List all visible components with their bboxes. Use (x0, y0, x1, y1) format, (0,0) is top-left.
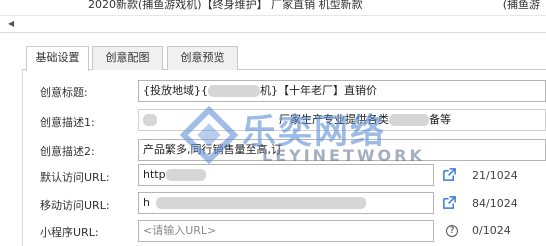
desc1-text-part2: 备等 (429, 113, 451, 126)
scroll-left-icon[interactable]: ◀ (8, 19, 14, 28)
panel-border (22, 70, 23, 246)
mini-program-url-placeholder: <请输入URL> (143, 224, 217, 237)
mobile-url-counter: 84/1024 (472, 197, 518, 210)
redacted-blur (143, 114, 157, 126)
creative-desc2-label: 创意描述2: (40, 145, 95, 158)
redacted-blur (155, 197, 366, 209)
tab-bar: 基础设置 创意配图 创意预览 (22, 46, 546, 71)
open-link-icon[interactable] (442, 195, 457, 210)
mobile-url-label: 移动访问URL: (40, 199, 110, 212)
help-icon[interactable]: ? (446, 225, 458, 237)
tab-creative-images[interactable]: 创意配图 (92, 46, 163, 70)
tab-creative-preview[interactable]: 创意预览 (167, 46, 238, 70)
creative-title-input[interactable]: {投放地域}{ 机}【十年老厂】直销价 (138, 80, 546, 102)
mini-program-url-input[interactable]: <请输入URL> (138, 220, 434, 242)
redacted-blur (165, 169, 206, 181)
mobile-url-text: h (143, 196, 150, 209)
open-link-icon[interactable] (442, 167, 457, 182)
row-title: 2020新款(捕鱼游戏机)【终身维护】 厂家直销 机型新款 (88, 0, 363, 11)
default-url-counter: 21/1024 (472, 169, 518, 182)
creative-title-label: 创意标题: (40, 86, 88, 99)
selected-row[interactable] (0, 16, 546, 33)
mini-program-url-counter: 0/1024 (472, 224, 511, 237)
redacted-blur (389, 114, 429, 126)
tab-basic-settings[interactable]: 基础设置 (26, 46, 89, 71)
watermark-logo-icon (180, 106, 238, 164)
redacted-blur (208, 85, 260, 97)
table-row[interactable]: 2020新款(捕鱼游戏机)【终身维护】 厂家直销 机型新款 (捕鱼游 (0, 0, 546, 16)
mobile-url-input[interactable]: h (138, 192, 434, 214)
title-text-part1: {投放地域}{ (143, 84, 208, 97)
default-url-label: 默认访问URL: (40, 171, 110, 184)
row-title-right: (捕鱼游 (502, 0, 540, 11)
default-url-input[interactable]: http (138, 164, 434, 186)
title-text-part2: 机}【十年老厂】直销价 (260, 84, 377, 97)
watermark-text-en: LEYINETWORK (262, 146, 425, 165)
default-url-text: http (143, 168, 166, 181)
mini-program-url-label: 小程序URL: (40, 226, 99, 239)
creative-desc1-label: 创意描述1: (40, 116, 95, 129)
